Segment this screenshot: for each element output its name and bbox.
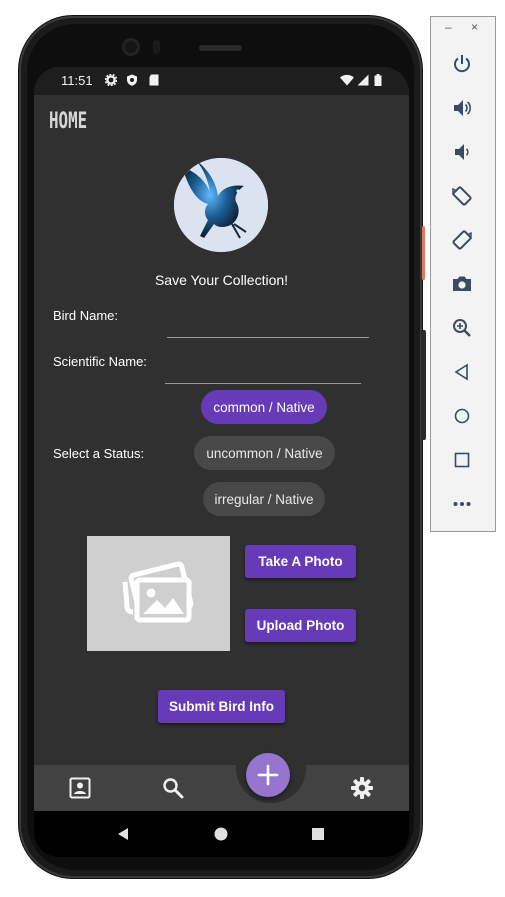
system-nav-bar [34, 811, 409, 857]
nav-home-icon[interactable] [214, 827, 228, 841]
status-time: 11:51 [61, 73, 93, 88]
bird-avatar [174, 158, 268, 252]
home-icon[interactable] [451, 405, 473, 427]
photo-preview [87, 536, 230, 651]
close-button[interactable]: × [471, 20, 478, 34]
settings-status-icon [105, 74, 117, 86]
volume-up-icon[interactable] [451, 97, 473, 119]
power-button [422, 226, 425, 280]
search-icon[interactable] [162, 777, 184, 799]
sd-card-status-icon [149, 74, 159, 86]
bottom-nav [34, 765, 409, 811]
front-camera [122, 38, 140, 56]
sensor [153, 40, 160, 54]
signal-icon [357, 74, 369, 86]
status-label: Select a Status: [53, 446, 145, 461]
upload-photo-button[interactable]: Upload Photo [245, 609, 356, 642]
status-chip-common[interactable]: common / Native [201, 390, 327, 424]
contact-icon[interactable] [69, 777, 91, 799]
rotate-left-icon[interactable] [451, 185, 473, 207]
app-screen: 11:51 HOME Save Your Collection! Bird Na… [34, 67, 409, 857]
take-photo-button[interactable]: Take A Photo [245, 545, 356, 578]
submit-bird-button[interactable]: Submit Bird Info [158, 690, 285, 723]
scientific-name-label: Scientific Name: [53, 354, 147, 369]
overview-icon[interactable] [451, 449, 473, 471]
more-icon[interactable] [451, 493, 473, 515]
zoom-icon[interactable] [451, 317, 473, 339]
bird-name-underline [167, 337, 369, 338]
add-fab-button[interactable] [246, 753, 290, 797]
minimize-button[interactable]: – [445, 20, 452, 34]
status-bar: 11:51 [34, 67, 409, 95]
earpiece-speaker [199, 45, 242, 51]
status-chip-uncommon[interactable]: uncommon / Native [194, 436, 335, 470]
photos-placeholder-icon [122, 561, 194, 623]
settings-icon[interactable] [350, 776, 374, 800]
form-heading: Save Your Collection! [154, 272, 289, 288]
back-icon[interactable] [451, 361, 473, 383]
power-icon[interactable] [451, 53, 473, 75]
volume-down-icon[interactable] [451, 141, 473, 163]
shield-status-icon [127, 74, 137, 86]
rotate-right-icon[interactable] [451, 229, 473, 251]
page-title: HOME [49, 109, 88, 134]
bird-name-input[interactable] [167, 303, 372, 335]
scientific-name-underline [165, 383, 361, 384]
scientific-name-input[interactable] [165, 349, 365, 381]
bird-image [174, 158, 268, 252]
nav-overview-icon[interactable] [311, 827, 325, 841]
battery-icon [374, 74, 382, 86]
phone-side-button [421, 330, 426, 440]
emulator-toolbar: – × [430, 16, 496, 532]
status-chip-irregular[interactable]: irregular / Native [203, 482, 325, 516]
add-icon [257, 764, 279, 786]
bird-name-label: Bird Name: [53, 308, 119, 323]
app-bar: HOME [34, 95, 409, 151]
camera-icon[interactable] [451, 273, 473, 295]
nav-back-icon[interactable] [116, 827, 130, 841]
wifi-icon [340, 74, 354, 86]
